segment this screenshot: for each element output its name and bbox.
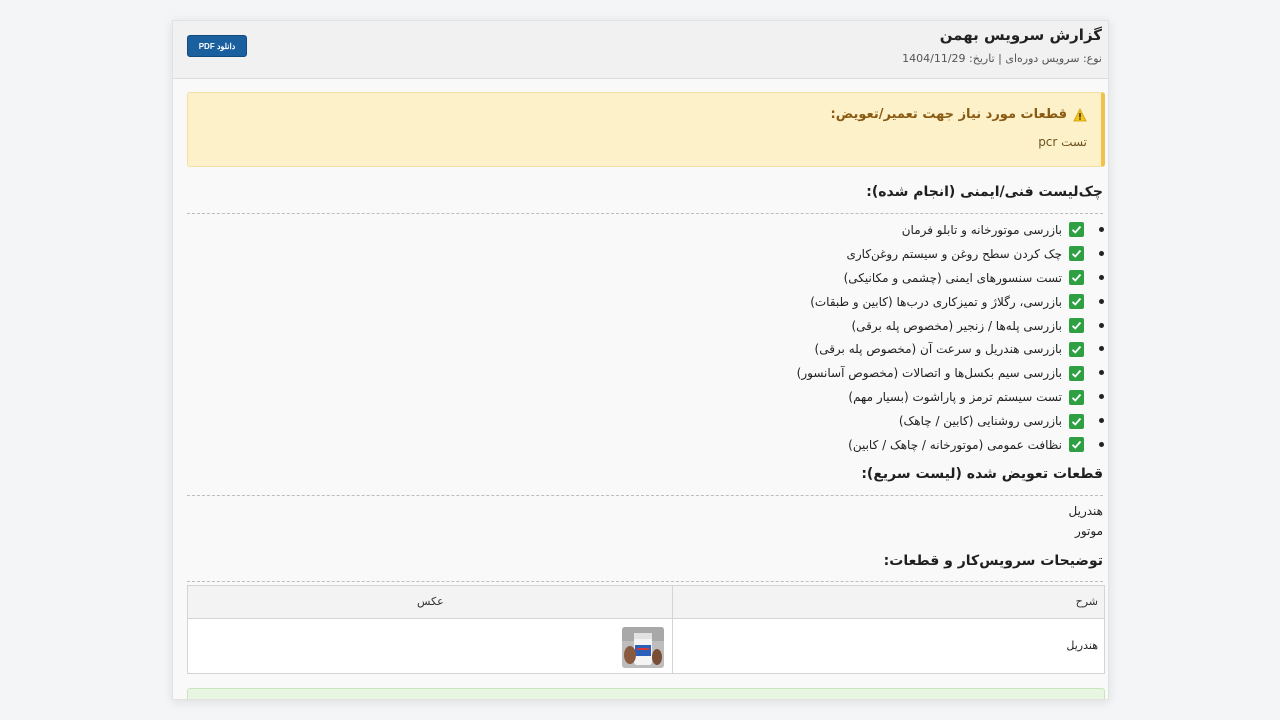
- checklist-item: تست سیستم ترمز و پاراشوت (بسیار مهم): [797, 385, 1104, 409]
- checklist-item-label: بازرسی هندریل و سرعت آن (مخصوص پله برقی): [814, 342, 1062, 357]
- page-title: گزارش سرویس بهمن: [939, 26, 1102, 44]
- checkbox-checked-icon: [1069, 270, 1084, 286]
- alert-body: تست pcr: [1038, 135, 1087, 149]
- warning-icon: [1073, 107, 1087, 122]
- alert-title-row: قطعات مورد نیاز جهت تعمیر/تعویض:: [831, 107, 1087, 122]
- service-report-modal: گزارش سرویس بهمن نوع: سرویس دوره‌ای | تا…: [172, 20, 1109, 700]
- divider: [187, 213, 1103, 214]
- checklist-item-label: بازرسی سیم بکسل‌ها و اتصالات (مخصوص آسان…: [796, 366, 1062, 381]
- checklist-item: بازرسی روشنایی (کابین / چاهک): [797, 409, 1104, 433]
- checklist-item-label: بازرسی موتورخانه و تابلو فرمان: [901, 222, 1062, 237]
- checklist: بازرسی موتورخانه و تابلو فرمان چک کردن س…: [796, 218, 1104, 457]
- checkbox-checked-icon: [1069, 413, 1084, 429]
- checklist-item: تست سنسورهای ایمنی (چشمی و مکانیکی): [797, 266, 1104, 290]
- table-header: شرح عکس: [188, 586, 1104, 619]
- checkbox-checked-icon: [1069, 222, 1084, 238]
- replaced-part-item: موتور: [1075, 524, 1103, 538]
- alert-title: قطعات مورد نیاز جهت تعمیر/تعویض:: [830, 107, 1067, 122]
- checkbox-checked-icon: [1069, 246, 1084, 262]
- report-meta: نوع: سرویس دوره‌ای | تاریخ: 1404/11/29: [902, 52, 1102, 65]
- replaced-parts-list: هندریل موتور: [1069, 501, 1103, 541]
- part-photo-thumbnail[interactable]: [622, 627, 664, 668]
- notes-title: توضیحات سرویس‌کار و قطعات:: [883, 553, 1103, 569]
- checkbox-checked-icon: [1069, 365, 1084, 381]
- report-header: گزارش سرویس بهمن نوع: سرویس دوره‌ای | تا…: [173, 21, 1108, 79]
- checklist-item-label: تست سنسورهای ایمنی (چشمی و مکانیکی): [843, 270, 1062, 285]
- checkbox-checked-icon: [1069, 318, 1084, 333]
- checkbox-checked-icon: [1069, 437, 1084, 453]
- checklist-item: بازرسی، رگلاژ و تمیزکاری درب‌ها (کابین و…: [797, 290, 1104, 314]
- column-header-description: شرح: [1075, 595, 1098, 608]
- checkbox-checked-icon: [1069, 294, 1084, 310]
- checklist-item-label: چک کردن سطح روغن و سیستم روغن‌کاری: [846, 246, 1062, 261]
- checklist-item: بازرسی هندریل و سرعت آن (مخصوص پله برقی): [797, 337, 1104, 361]
- checklist-item-label: بازرسی روشنایی (کابین / چاهک): [898, 414, 1062, 429]
- checklist-title: چک‌لیست فنی/ایمنی (انجام شده):: [866, 184, 1103, 200]
- notes-table: شرح عکس هندریل: [187, 585, 1105, 674]
- checklist-item: چک کردن سطح روغن و سیستم روغن‌کاری: [797, 242, 1104, 266]
- checklist-item-label: بازرسی، رگلاژ و تمیزکاری درب‌ها (کابین و…: [810, 294, 1062, 309]
- checklist-item-label: بازرسی پله‌ها / زنجیر (مخصوص پله برقی): [851, 318, 1062, 333]
- checklist-item: نظافت عمومی (موتورخانه / چاهک / کابین): [797, 433, 1104, 457]
- column-divider: [672, 586, 673, 673]
- success-panel: [187, 688, 1105, 699]
- checkbox-checked-icon: [1069, 341, 1084, 357]
- column-header-photo: عکس: [417, 595, 444, 608]
- download-pdf-button[interactable]: دانلود PDF: [187, 35, 247, 57]
- replaced-parts-title: قطعات تعویض شده (لیست سریع):: [861, 466, 1103, 482]
- checklist-item-label: نظافت عمومی (موتورخانه / چاهک / کابین): [848, 437, 1062, 452]
- divider: [187, 495, 1103, 496]
- checklist-item: بازرسی سیم بکسل‌ها و اتصالات (مخصوص آسان…: [796, 361, 1104, 385]
- divider: [187, 581, 1103, 582]
- checklist-item: بازرسی موتورخانه و تابلو فرمان: [797, 218, 1104, 242]
- required-parts-alert: قطعات مورد نیاز جهت تعمیر/تعویض: تست pcr: [187, 92, 1105, 167]
- table-cell-description: هندریل: [1066, 639, 1098, 652]
- checklist-item: بازرسی پله‌ها / زنجیر (مخصوص پله برقی): [797, 314, 1104, 338]
- replaced-part-item: هندریل: [1068, 504, 1103, 518]
- checklist-item-label: تست سیستم ترمز و پاراشوت (بسیار مهم): [848, 390, 1062, 405]
- checkbox-checked-icon: [1069, 389, 1084, 405]
